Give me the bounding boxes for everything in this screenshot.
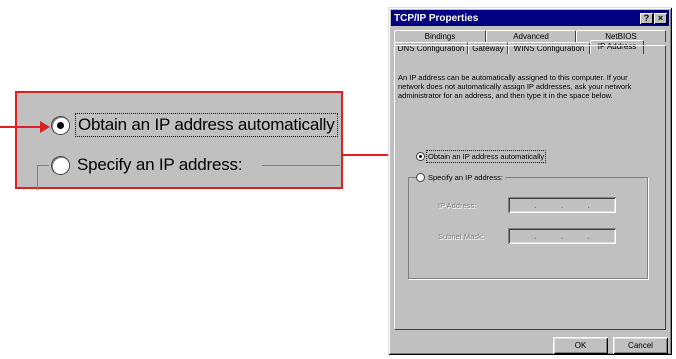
zoom-callout: Obtain an IP address automatically Speci… [15, 91, 343, 190]
tcpip-properties-dialog: TCP/IP Properties ? × Bindings Advanced … [388, 7, 672, 355]
close-button[interactable]: × [654, 12, 667, 24]
left-arrow-head [40, 121, 50, 133]
tab-advanced[interactable]: Advanced [486, 30, 576, 42]
subnet-mask-row: Subnet Mask: . . . [438, 228, 616, 244]
zoom-option-auto[interactable]: Obtain an IP address automatically [52, 113, 338, 137]
description-text: An IP address can be automatically assig… [398, 73, 632, 100]
help-button[interactable]: ? [640, 12, 653, 24]
zoom-option-specify-label: Specify an IP address: [77, 155, 243, 174]
option-specify-ip[interactable]: Specify an IP address: [417, 173, 505, 182]
radio-selected-icon [417, 153, 424, 160]
option-specify-ip-label: Specify an IP address: [428, 173, 503, 182]
subnet-mask-label: Subnet Mask: [438, 231, 484, 241]
tab-bindings[interactable]: Bindings [394, 30, 486, 42]
radio-unselected-icon [52, 156, 69, 174]
radio-selected-icon [52, 116, 69, 134]
dialog-title: TCP/IP Properties [394, 12, 479, 24]
ok-button[interactable]: OK [553, 337, 608, 354]
ip-address-label: IP Address: [438, 200, 477, 210]
ip-address-row: IP Address: . . . [438, 197, 616, 213]
zoom-option-auto-label: Obtain an IP address automatically [75, 113, 338, 137]
title-bar[interactable]: TCP/IP Properties ? × [391, 10, 669, 26]
cancel-button[interactable]: Cancel [613, 337, 668, 354]
left-arrow-line [0, 126, 40, 128]
subnet-mask-input[interactable]: . . . [508, 228, 616, 244]
radio-unselected-icon [417, 174, 424, 181]
option-obtain-automatically[interactable]: Obtain an IP address automatically [417, 150, 547, 163]
ip-address-input[interactable]: . . . [508, 197, 616, 213]
zoom-option-specify[interactable]: Specify an IP address: [52, 155, 243, 175]
option-obtain-automatically-label: Obtain an IP address automatically [425, 150, 547, 163]
